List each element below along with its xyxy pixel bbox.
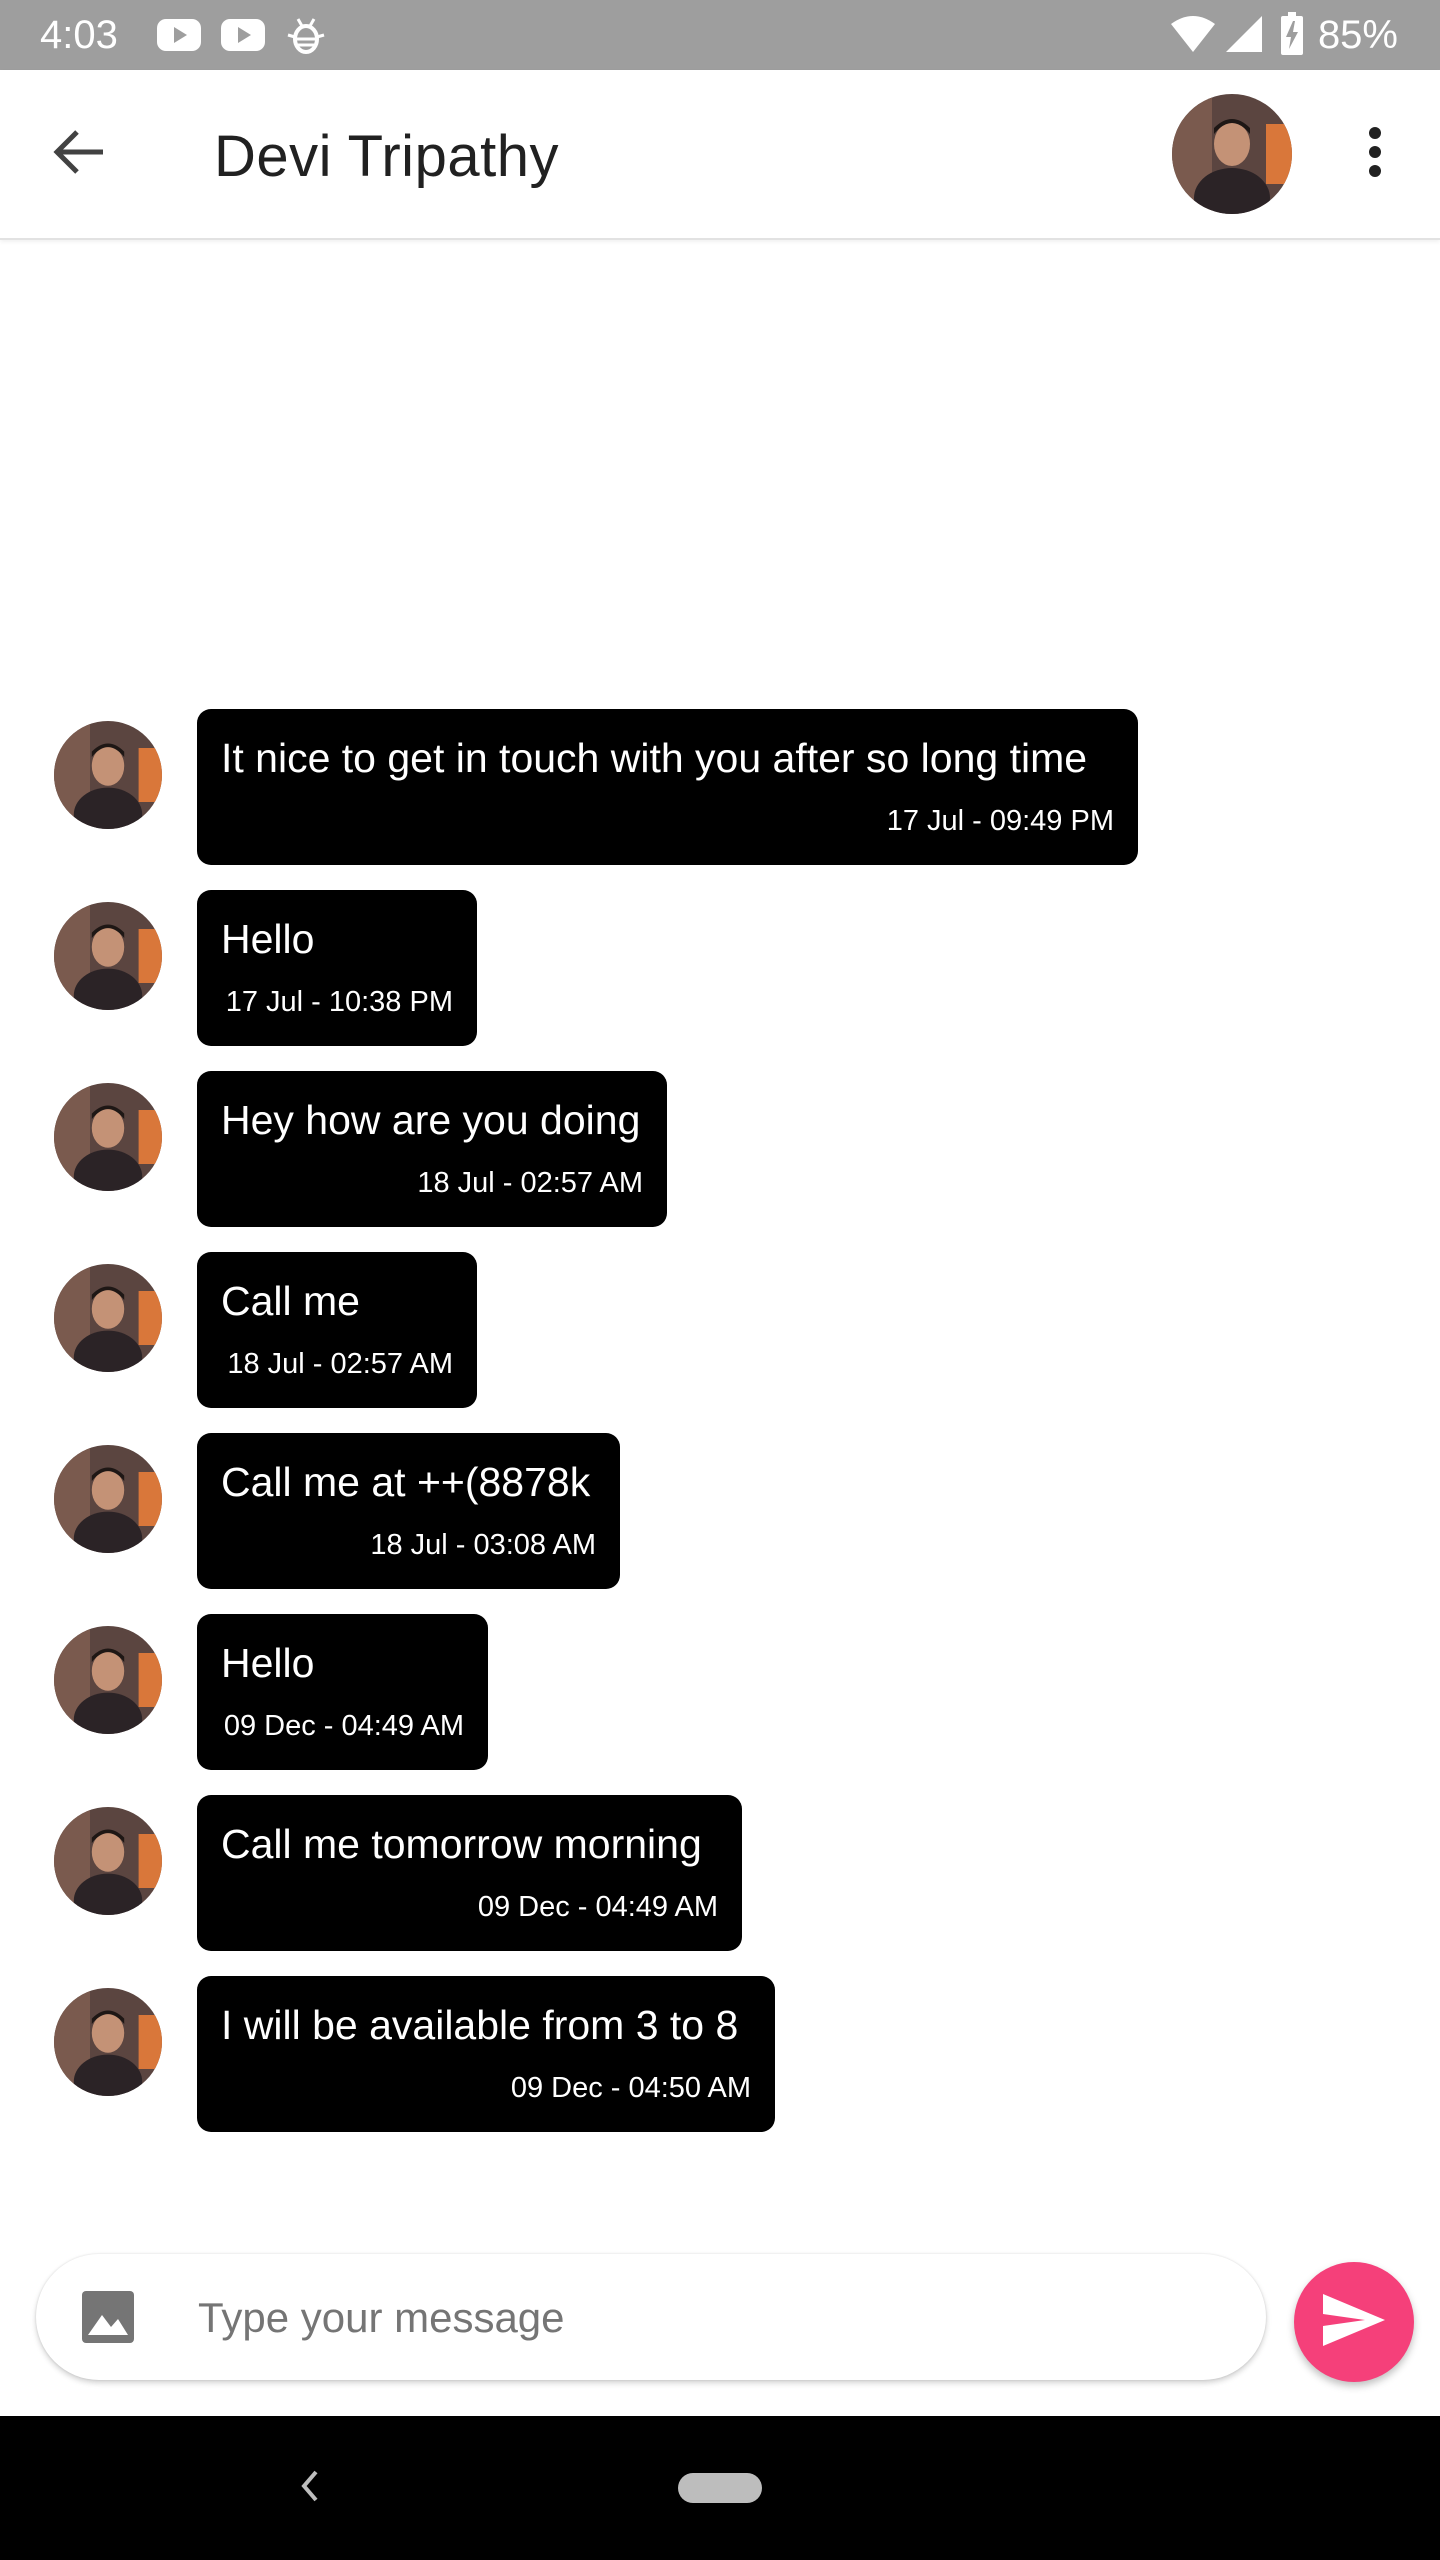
message-text: Hello [221,916,315,962]
message-bubble[interactable]: Call me at ++(8878k 18 Jul - 03:08 AM [197,1433,620,1589]
bug-icon [286,15,326,62]
sender-avatar[interactable] [54,1988,162,2096]
signal-icon [1224,14,1264,59]
message-bubble[interactable]: Hey how are you doing 18 Jul - 02:57 AM [197,1071,667,1227]
youtube-icon [156,15,202,60]
status-bar: 4:03 85% [0,0,1440,70]
sender-avatar[interactable] [54,721,162,829]
chevron-left-icon [298,2468,322,2509]
back-button[interactable] [40,114,120,194]
chat-screen: 4:03 85% Devi Tripathy It nice to get in… [0,0,1440,2560]
battery-percent: 85% [1317,13,1398,57]
message-composer [36,2254,1266,2380]
message-bubble[interactable]: Hello 17 Jul - 10:38 PM [197,890,477,1046]
message-timestamp: 09 Dec - 04:49 AM [477,1891,718,1923]
sender-avatar[interactable] [54,902,162,1010]
wifi-icon [1170,14,1216,59]
sender-avatar[interactable] [54,1626,162,1734]
message-bubble[interactable]: Hello 09 Dec - 04:49 AM [197,1614,488,1770]
message-text: Call me at ++(8878k [221,1459,591,1505]
send-button[interactable] [1294,2262,1414,2382]
message-timestamp: 17 Jul - 09:49 PM [886,805,1114,837]
message-bubble[interactable]: It nice to get in touch with you after s… [197,709,1138,865]
message-timestamp: 18 Jul - 02:57 AM [227,1348,453,1380]
contact-name: Devi Tripathy [214,124,559,189]
message-text: I will be available from 3 to 8 [221,2002,739,2048]
app-bar: Devi Tripathy [0,70,1440,240]
nav-back-button[interactable] [280,2458,340,2518]
message-text: It nice to get in touch with you after s… [221,735,1088,781]
message-text: Call me [221,1278,360,1324]
sender-avatar[interactable] [54,1264,162,1372]
sender-avatar[interactable] [54,1445,162,1553]
message-bubble[interactable]: Call me tomorrow morning 09 Dec - 04:49 … [197,1795,742,1951]
more-vert-icon [1368,126,1382,183]
message-timestamp: 18 Jul - 02:57 AM [417,1167,643,1199]
contact-avatar[interactable] [1172,94,1292,214]
message-timestamp: 17 Jul - 10:38 PM [225,986,453,1018]
send-icon [1321,2292,1387,2353]
message-text: Call me tomorrow morning [221,1821,702,1867]
message-text: Hello [221,1640,315,1686]
arrow-back-icon [53,129,107,180]
attach-image-button[interactable] [78,2287,138,2347]
image-icon [78,2291,138,2351]
message-input[interactable] [196,2278,1240,2358]
sender-avatar[interactable] [54,1083,162,1191]
message-timestamp: 18 Jul - 03:08 AM [370,1529,596,1561]
youtube-icon [220,15,266,60]
battery-charging-icon [1280,12,1304,61]
message-timestamp: 09 Dec - 04:50 AM [510,2072,751,2104]
message-bubble[interactable]: Call me 18 Jul - 02:57 AM [197,1252,477,1408]
nav-home-pill[interactable] [678,2473,762,2503]
message-timestamp: 09 Dec - 04:49 AM [223,1710,464,1742]
message-text: Hey how are you doing [221,1097,641,1143]
system-nav-bar [0,2416,1440,2560]
sender-avatar[interactable] [54,1807,162,1915]
overflow-menu-button[interactable] [1340,114,1410,194]
message-bubble[interactable]: I will be available from 3 to 8 09 Dec -… [197,1976,775,2132]
status-time: 4:03 [40,13,118,57]
